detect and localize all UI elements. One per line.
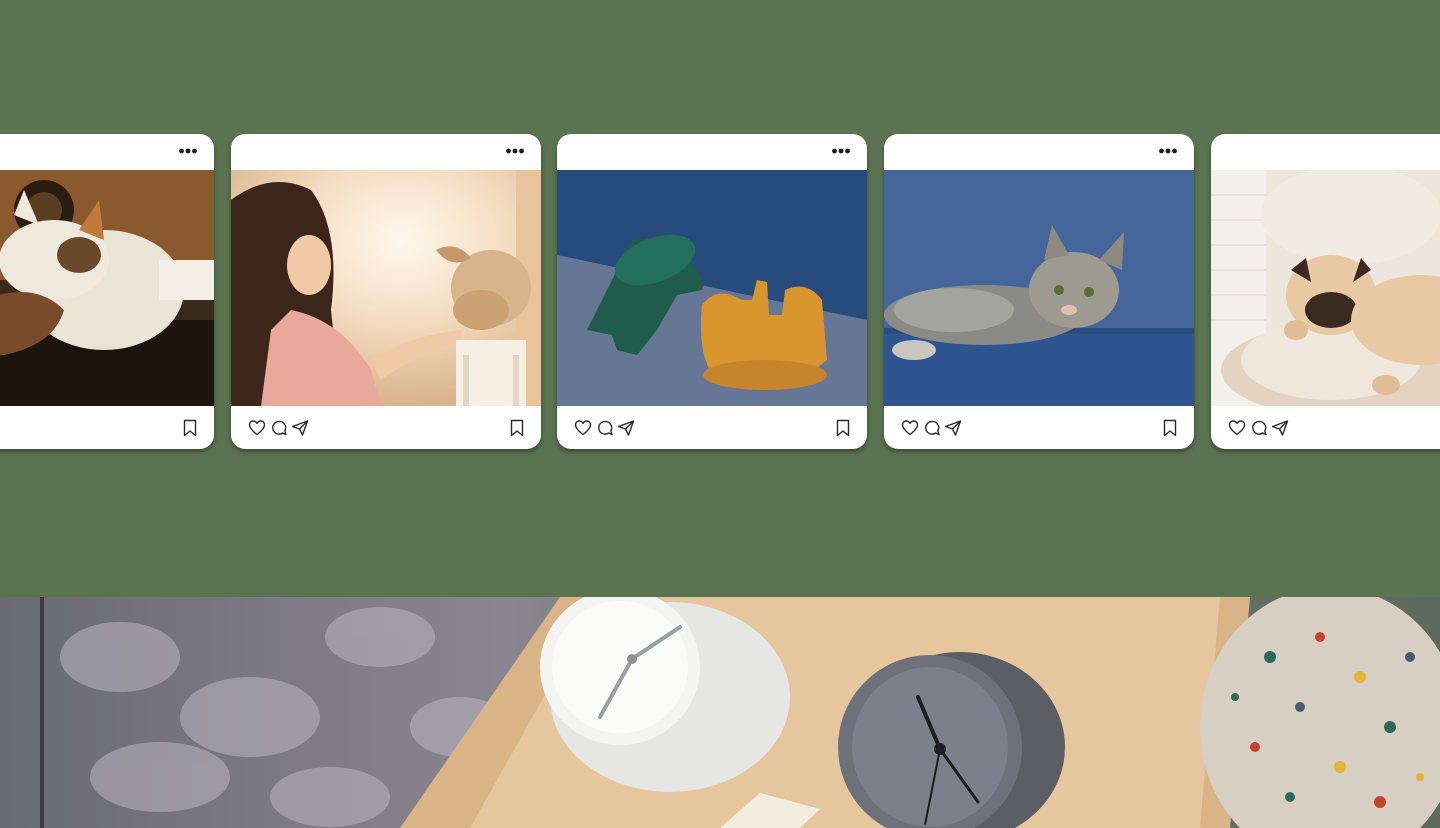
post-header (1211, 134, 1440, 170)
post-card (884, 134, 1194, 449)
send-icon[interactable] (943, 418, 963, 438)
heart-icon[interactable] (1227, 418, 1247, 438)
post-header (884, 134, 1194, 170)
more-horizontal-icon[interactable] (1158, 146, 1178, 156)
heart-icon[interactable] (573, 418, 593, 438)
post-actions (231, 406, 541, 449)
post-header (0, 134, 214, 170)
post-photo-tabby-cat-on-sofa[interactable] (884, 170, 1194, 406)
heart-icon[interactable] (900, 418, 920, 438)
bookmark-icon[interactable] (180, 418, 200, 438)
post-actions (0, 406, 214, 449)
more-horizontal-icon[interactable] (505, 146, 525, 156)
post-actions (1211, 406, 1440, 449)
post-header (557, 134, 867, 170)
comment-icon[interactable] (595, 418, 615, 438)
comment-icon[interactable] (922, 418, 942, 438)
post-actions (884, 406, 1194, 449)
send-icon[interactable] (616, 418, 636, 438)
post-photo-girl-with-puppy[interactable] (231, 170, 541, 406)
post-photo-wooden-objects[interactable] (557, 170, 867, 406)
send-icon[interactable] (290, 418, 310, 438)
post-card (557, 134, 867, 449)
background-photo-desk-clocks (0, 597, 1440, 828)
post-card (1211, 134, 1440, 449)
post-photo-pug-on-blanket[interactable] (1211, 170, 1440, 406)
more-horizontal-icon[interactable] (178, 146, 198, 156)
post-photo-cat-being-petted[interactable] (0, 170, 214, 406)
post-card (231, 134, 541, 449)
post-card (0, 134, 214, 449)
more-horizontal-icon[interactable] (831, 146, 851, 156)
bookmark-icon[interactable] (1160, 418, 1180, 438)
post-carousel[interactable] (0, 0, 1440, 597)
bookmark-icon[interactable] (833, 418, 853, 438)
bookmark-icon[interactable] (507, 418, 527, 438)
send-icon[interactable] (1270, 418, 1290, 438)
post-actions (557, 406, 867, 449)
comment-icon[interactable] (1249, 418, 1269, 438)
post-header (231, 134, 541, 170)
comment-icon[interactable] (269, 418, 289, 438)
heart-icon[interactable] (247, 418, 267, 438)
